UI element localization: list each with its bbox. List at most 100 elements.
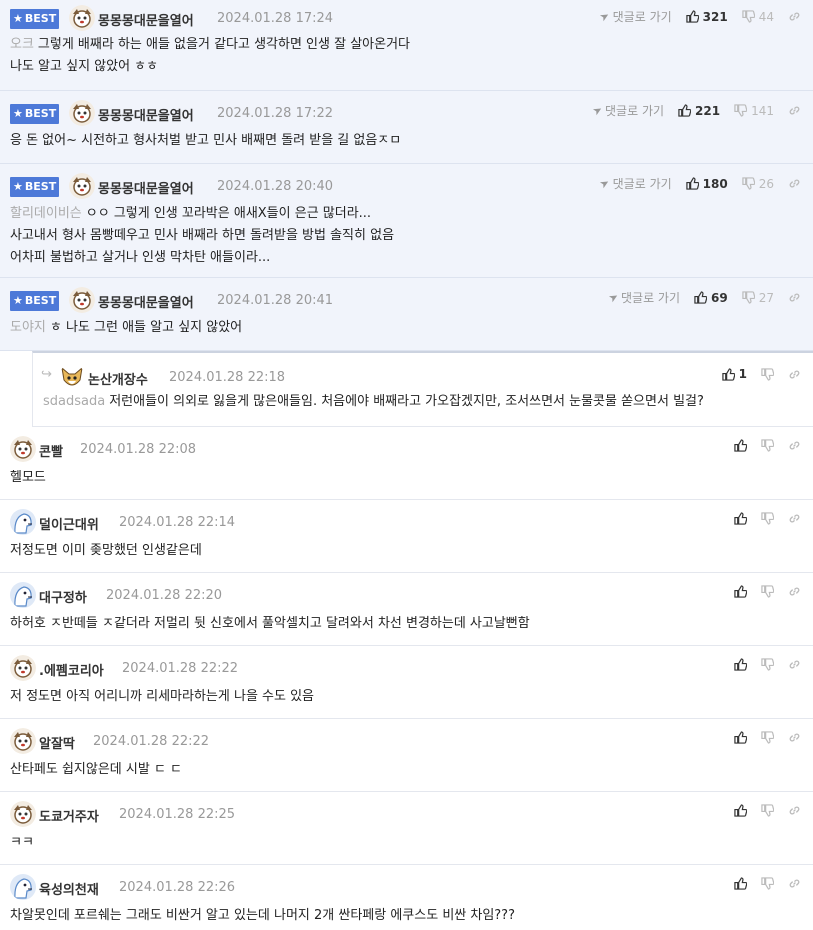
thumbs-up-icon bbox=[734, 585, 747, 598]
nickname[interactable]: 몽몽몽대문을열어 bbox=[98, 292, 194, 311]
avatar[interactable] bbox=[10, 655, 36, 681]
avatar[interactable] bbox=[10, 728, 36, 754]
downvote-button[interactable]: 26 bbox=[742, 177, 774, 191]
link-icon[interactable] bbox=[788, 291, 801, 304]
avatar[interactable] bbox=[59, 364, 85, 390]
comment-date: 2024.01.28 20:41 bbox=[217, 293, 334, 308]
comment-body: 차알못인데 포르쉐는 그래도 비싼거 알고 있는데 나머지 2개 싼타페랑 에쿠… bbox=[10, 908, 515, 923]
downvote-button[interactable] bbox=[761, 585, 774, 598]
avatar[interactable] bbox=[10, 874, 36, 900]
upvote-button[interactable] bbox=[734, 585, 747, 598]
link-icon[interactable] bbox=[788, 368, 801, 381]
thumbs-down-icon bbox=[742, 10, 755, 23]
nickname[interactable]: 대구정하 bbox=[39, 587, 87, 606]
nickname[interactable]: .에펨코리아 bbox=[39, 660, 104, 679]
avatar[interactable] bbox=[69, 173, 95, 199]
best-comment: ★ BEST 몽몽몽대문을열어 2024.01.28 17:22 ➤ 댓글로 가기 … bbox=[0, 91, 813, 164]
thumbs-up-icon bbox=[685, 177, 699, 190]
upvote-button[interactable]: 321 bbox=[685, 10, 728, 24]
best-badge: ★ BEST bbox=[10, 177, 59, 197]
send-icon: ➤ bbox=[597, 8, 613, 25]
downvote-button[interactable]: 27 bbox=[742, 291, 774, 305]
avatar[interactable] bbox=[10, 582, 36, 608]
upvote-button[interactable] bbox=[734, 512, 747, 525]
downvote-button[interactable]: 141 bbox=[734, 104, 774, 118]
avatar[interactable] bbox=[10, 436, 36, 462]
thumbs-up-icon bbox=[678, 104, 692, 117]
send-icon: ➤ bbox=[606, 289, 621, 306]
upvote-button[interactable] bbox=[734, 731, 747, 744]
link-icon[interactable] bbox=[788, 658, 801, 671]
downvote-button[interactable] bbox=[761, 804, 774, 817]
go-to-reply-button[interactable]: ➤ 댓글로 가기 bbox=[598, 175, 672, 192]
downvote-button[interactable] bbox=[761, 731, 774, 744]
comment-date: 2024.01.28 22:25 bbox=[119, 807, 236, 822]
upvote-button[interactable] bbox=[734, 439, 747, 452]
upvote-button[interactable]: 1 bbox=[721, 367, 747, 381]
link-icon[interactable] bbox=[788, 512, 801, 525]
nickname[interactable]: 몽몽몽대문을열어 bbox=[98, 178, 194, 197]
comment-date: 2024.01.28 22:22 bbox=[122, 661, 239, 676]
comment-body: ㅋㅋ bbox=[10, 835, 34, 850]
upvote-button[interactable]: 180 bbox=[685, 177, 728, 191]
nickname[interactable]: 콘빨 bbox=[39, 441, 63, 460]
comment-actions: ➤ 댓글로 가기 221 141 bbox=[590, 102, 801, 119]
link-icon[interactable] bbox=[788, 804, 801, 817]
comment-date: 2024.01.28 22:20 bbox=[106, 588, 223, 603]
avatar[interactable] bbox=[69, 5, 95, 31]
avatar[interactable] bbox=[69, 100, 95, 126]
link-icon[interactable] bbox=[788, 10, 801, 23]
downvote-button[interactable] bbox=[761, 877, 774, 890]
comment: 알잘딱 2024.01.28 22:22 산타페도 쉽지않은데 시발 ㄷ ㄷ bbox=[0, 719, 813, 792]
comment-body: 도야지 ㅎ 나도 그런 애들 알고 싶지 않았어 bbox=[10, 320, 243, 335]
thumbs-up-icon bbox=[734, 731, 747, 744]
thumbs-down-icon bbox=[761, 512, 774, 525]
go-to-reply-button[interactable]: ➤ 댓글로 가기 bbox=[597, 8, 672, 25]
avatar[interactable] bbox=[69, 287, 95, 313]
downvote-button[interactable] bbox=[761, 658, 774, 671]
upvote-button[interactable] bbox=[734, 877, 747, 890]
downvote-button[interactable] bbox=[761, 367, 774, 381]
nickname[interactable]: 몽몽몽대문을열어 bbox=[98, 10, 194, 29]
thumbs-down-icon bbox=[742, 177, 755, 190]
upvote-button[interactable] bbox=[734, 804, 747, 817]
downvote-button[interactable] bbox=[761, 512, 774, 525]
comment-date: 2024.01.28 22:22 bbox=[93, 734, 210, 749]
send-icon: ➤ bbox=[590, 102, 605, 119]
avatar[interactable] bbox=[10, 801, 36, 827]
go-to-reply-button[interactable]: ➤ 댓글로 가기 bbox=[606, 289, 680, 306]
comment-actions: 1 bbox=[721, 367, 801, 381]
mention[interactable]: 도야지 bbox=[10, 320, 46, 335]
nickname[interactable]: 육성의천재 bbox=[39, 879, 99, 898]
nickname[interactable]: 논산개장수 bbox=[88, 369, 148, 388]
comment-date: 2024.01.28 17:22 bbox=[217, 106, 334, 121]
mention[interactable]: 할리데이비슨 bbox=[10, 206, 82, 221]
comment-body: 오크 그렇게 배째라 하는 애들 없을거 같다고 생각하면 인생 잘 살아온거다 … bbox=[10, 37, 410, 74]
nickname[interactable]: 몽몽몽대문을열어 bbox=[98, 105, 194, 124]
upvote-button[interactable]: 221 bbox=[678, 104, 720, 118]
link-icon[interactable] bbox=[788, 439, 801, 452]
link-icon[interactable] bbox=[788, 585, 801, 598]
thumbs-down-icon bbox=[761, 877, 774, 890]
upvote-button[interactable]: 69 bbox=[694, 291, 728, 305]
avatar[interactable] bbox=[10, 509, 36, 535]
downvote-button[interactable]: 44 bbox=[742, 10, 774, 24]
comment: 덜이근대위 2024.01.28 22:14 저정도면 이미 좆망했던 인생같은… bbox=[0, 500, 813, 573]
downvote-button[interactable] bbox=[761, 439, 774, 452]
nickname[interactable]: 도쿄거주자 bbox=[39, 806, 99, 825]
link-icon[interactable] bbox=[788, 877, 801, 890]
comment: 육성의천재 2024.01.28 22:26 차알못인데 포르쉐는 그래도 비싼… bbox=[0, 865, 813, 930]
nickname[interactable]: 덜이근대위 bbox=[39, 514, 99, 533]
thumbs-down-icon bbox=[761, 585, 774, 598]
mention[interactable]: 오크 bbox=[10, 37, 34, 52]
mention[interactable]: sdadsada bbox=[43, 394, 105, 409]
nickname[interactable]: 알잘딱 bbox=[39, 733, 75, 752]
go-to-reply-button[interactable]: ➤ 댓글로 가기 bbox=[590, 102, 664, 119]
comment-body: 저정도면 이미 좆망했던 인생같은데 bbox=[10, 543, 202, 558]
link-icon[interactable] bbox=[788, 177, 801, 190]
link-icon[interactable] bbox=[788, 104, 801, 117]
thumbs-down-icon bbox=[761, 731, 774, 744]
upvote-button[interactable] bbox=[734, 658, 747, 671]
link-icon[interactable] bbox=[788, 731, 801, 744]
star-icon: ★ bbox=[13, 180, 23, 193]
